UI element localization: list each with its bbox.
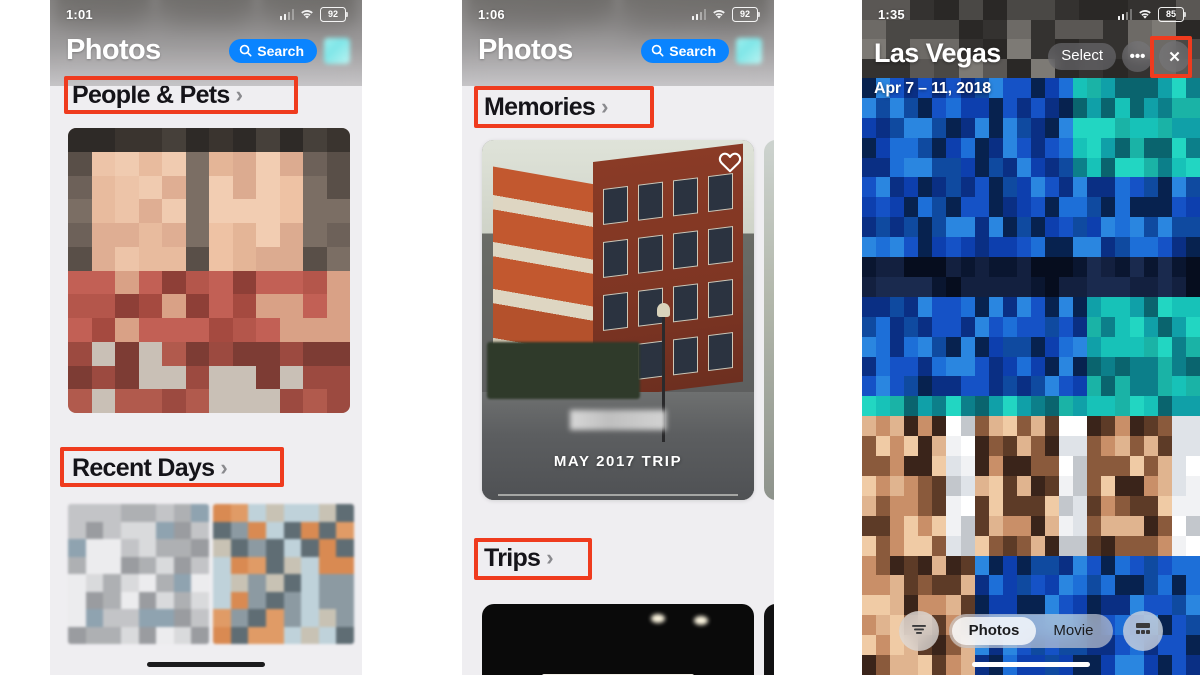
section-label: Memories (484, 93, 596, 121)
section-label: Recent Days (72, 454, 215, 482)
close-icon: ✕ (1168, 48, 1181, 66)
memory-card-next-peek[interactable] (764, 140, 774, 500)
section-header-trips[interactable]: Trips › (484, 544, 554, 572)
status-bar-1: 1:01 92 (50, 0, 362, 28)
status-bar-2: 1:06 92 (462, 0, 774, 28)
filter-button[interactable] (898, 611, 939, 651)
status-time: 1:06 (478, 6, 505, 22)
close-button[interactable]: ✕ (1159, 41, 1190, 72)
status-indicators: 92 (279, 6, 348, 22)
light-glow (694, 616, 709, 625)
search-icon (651, 44, 664, 57)
trip-card[interactable] (482, 604, 754, 675)
page-title: Photos (66, 34, 161, 66)
chevron-right-icon: › (235, 81, 243, 107)
photos-movie-segmented-control[interactable]: Photos Movie (948, 613, 1114, 649)
header-row-1: Photos Search (66, 36, 350, 65)
filter-icon (910, 622, 928, 641)
avatar[interactable] (324, 37, 350, 64)
header-actions-1: Search (229, 37, 350, 64)
memory-detail-header: 1:35 85 Las Vegas Select ••• ✕ (862, 0, 1200, 78)
battery-level: 92 (327, 8, 338, 19)
header-actions-2: Search (641, 37, 762, 64)
photos-app-header-2: 1:06 92 Photos Search (462, 0, 774, 86)
home-indicator (972, 662, 1090, 667)
cellular-bars-icon (691, 8, 706, 20)
battery-level: 92 (739, 8, 750, 19)
page-title: Photos (478, 34, 573, 66)
phone-panel-photos-memories: Favorites Recently Saved 1:06 92 Photo (462, 0, 774, 675)
blurred-location-label (570, 410, 666, 430)
status-indicators: 85 (1117, 6, 1186, 22)
heart-icon[interactable] (718, 151, 742, 173)
search-button-label: Search (669, 42, 716, 59)
segment-photos[interactable]: Photos (951, 616, 1037, 646)
battery-indicator: 85 (1158, 6, 1186, 22)
memory-date-range: Apr 7 – 11, 2018 (874, 80, 991, 97)
street-graphic (482, 392, 754, 500)
battery-indicator: 92 (320, 6, 348, 22)
hedge-graphic (487, 341, 640, 400)
grid-layout-icon (1134, 621, 1152, 641)
memory-title: Las Vegas (874, 38, 1001, 68)
search-button-label: Search (257, 42, 304, 59)
status-bar-3: 1:35 85 (862, 0, 1200, 28)
memory-card[interactable]: MAY 2017 TRIP (482, 140, 754, 500)
chevron-right-icon: › (546, 544, 553, 570)
recent-day-thumb[interactable] (213, 504, 354, 644)
layout-button[interactable] (1123, 611, 1164, 651)
wifi-icon (711, 8, 727, 20)
recent-days-row (68, 504, 354, 644)
ellipsis-icon: ••• (1129, 48, 1146, 65)
avatar[interactable] (736, 37, 762, 64)
search-button[interactable]: Search (229, 38, 317, 63)
phone-panel-memory-detail: 1:35 85 Las Vegas Select ••• ✕ Apr 7 – 1… (862, 0, 1200, 675)
people-and-pets-photo[interactable] (68, 128, 350, 413)
wifi-icon (299, 8, 315, 20)
cellular-bars-icon (279, 8, 294, 20)
trip-card-next-peek[interactable] (764, 604, 774, 675)
status-time: 1:01 (66, 6, 93, 22)
wifi-icon (1137, 8, 1153, 20)
segment-movie[interactable]: Movie (1036, 617, 1110, 646)
header-row-2: Photos Search (478, 36, 762, 65)
memory-photo-grid[interactable] (862, 78, 1200, 675)
photos-app-header-1: 1:01 92 Photos Search (50, 0, 362, 86)
chevron-right-icon: › (601, 93, 608, 119)
memory-caption: MAY 2017 TRIP (553, 453, 683, 470)
light-glow (650, 613, 665, 623)
battery-level: 85 (1165, 8, 1176, 19)
cellular-bars-icon (1117, 8, 1132, 20)
select-button[interactable]: Select (1048, 43, 1116, 70)
chevron-right-icon: › (220, 454, 228, 480)
memory-detail-bottom-bar: Photos Movie (862, 609, 1200, 653)
more-options-button[interactable]: ••• (1122, 41, 1153, 72)
section-label: People & Pets (72, 81, 230, 109)
status-indicators: 92 (691, 6, 760, 22)
search-icon (239, 44, 252, 57)
memory-detail-actions: Select ••• ✕ (1048, 41, 1190, 72)
section-header-memories[interactable]: Memories › (484, 95, 608, 120)
search-button[interactable]: Search (641, 38, 729, 63)
section-header-recent-days[interactable]: Recent Days › (72, 454, 228, 482)
home-indicator (147, 662, 265, 667)
recent-day-thumb[interactable] (68, 504, 209, 644)
section-header-people-and-pets[interactable]: People & Pets › (72, 81, 243, 109)
section-label: Trips (484, 544, 541, 572)
phone-panel-photos-people: 1:01 92 Photos Search People & Pets › Re… (50, 0, 362, 675)
battery-indicator: 92 (732, 6, 760, 22)
screenshot-stage: 1:01 92 Photos Search People & Pets › Re… (0, 0, 1200, 675)
status-time: 1:35 (878, 6, 905, 22)
crosswalk-line (498, 493, 738, 496)
